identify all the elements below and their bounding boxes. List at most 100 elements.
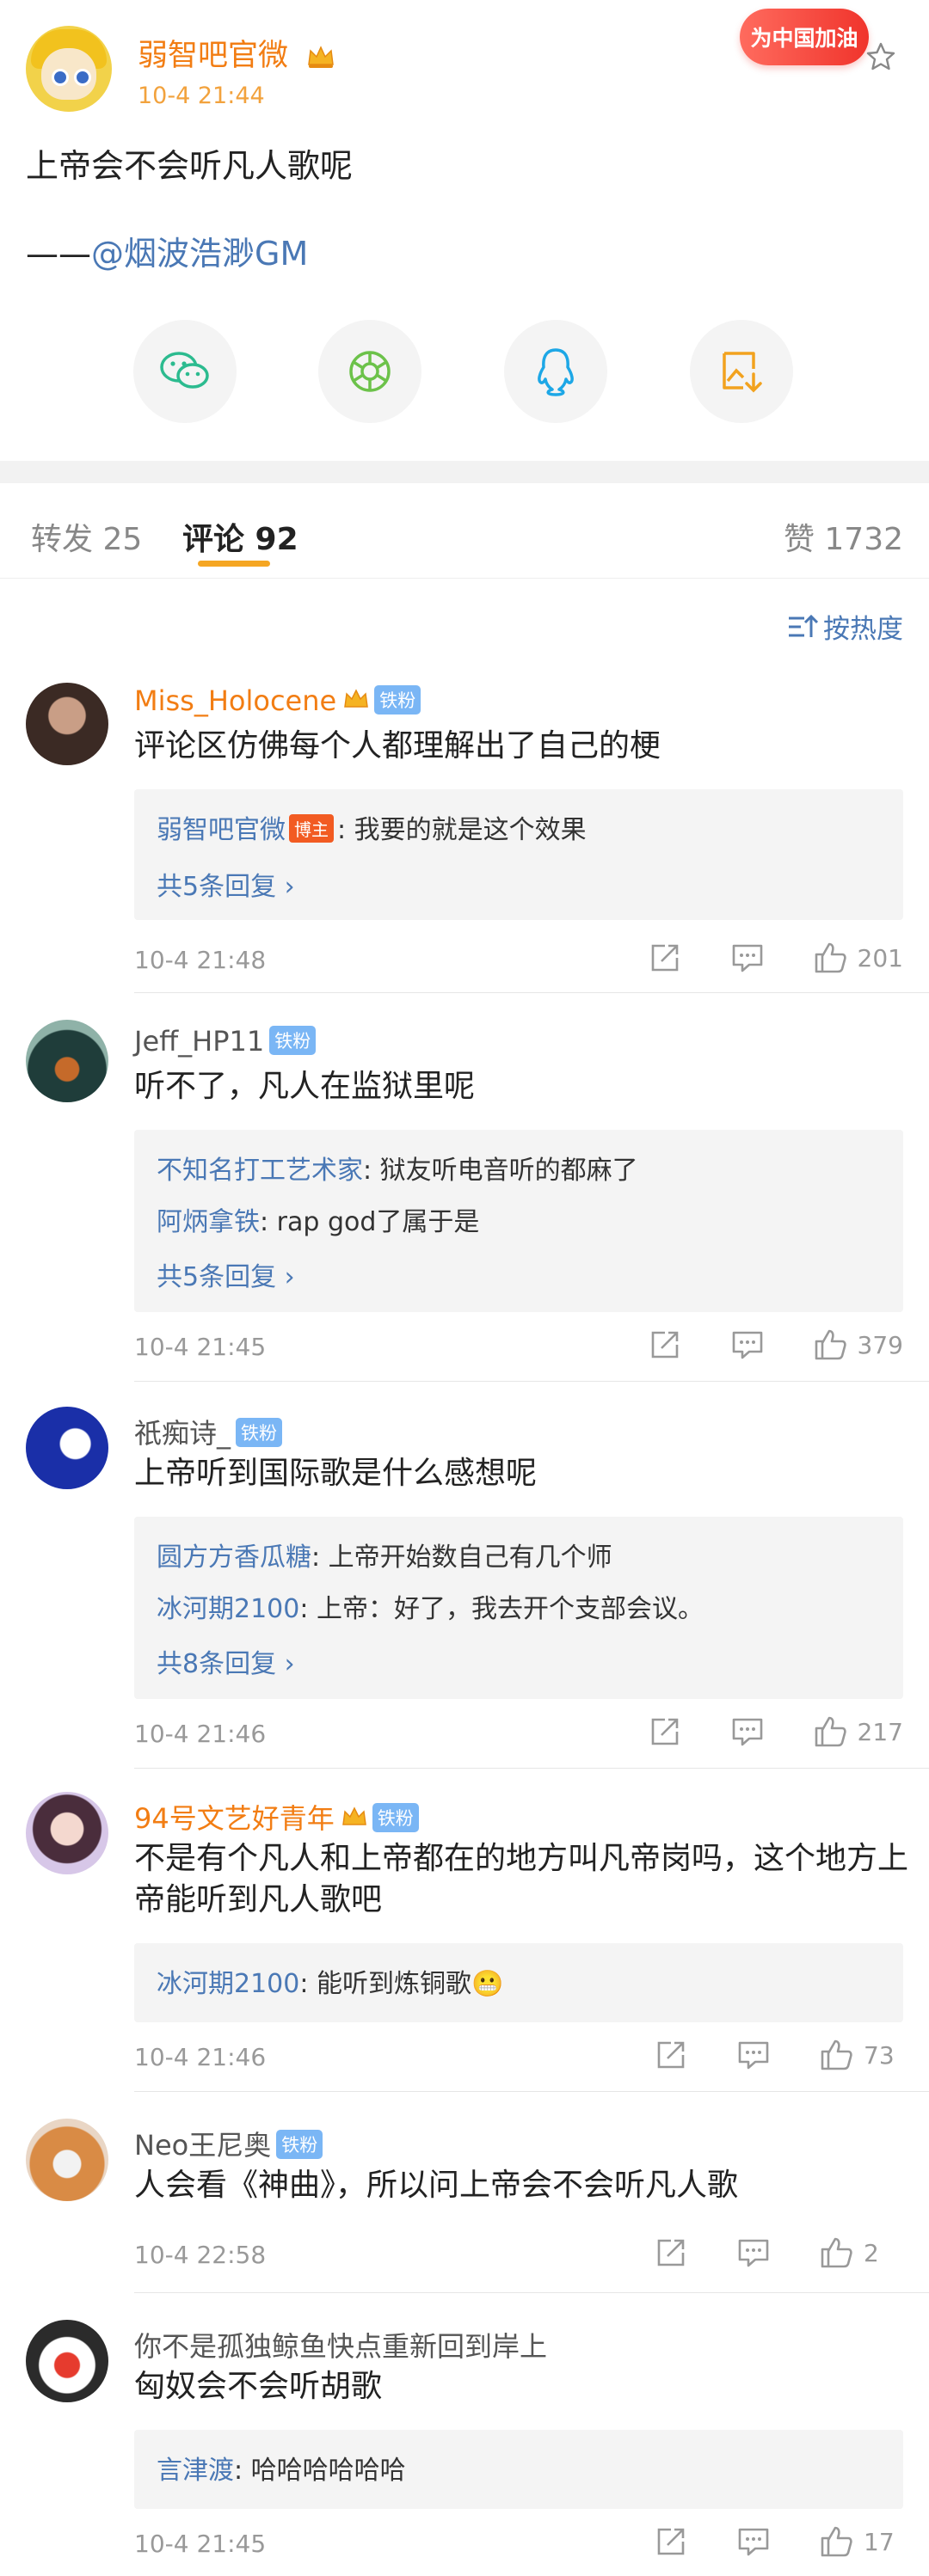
reply-text: : 能听到炼铜歌😬 [299,1969,504,1999]
post-text: 上帝会不会听凡人歌呢 [26,147,354,185]
reply-box[interactable]: 冰河期2100: 能听到炼铜歌😬 [134,1943,903,2022]
reply-author[interactable]: 冰河期2100 [157,1969,299,1999]
like-icon[interactable] [819,2236,853,2270]
qq-icon [538,348,574,396]
reply-line: 不知名打工艺术家: 狱友听电音听的都麻了 [157,1149,638,1187]
comment-actions: 201 [600,941,903,975]
comment-icon[interactable] [730,1714,765,1749]
reply-box[interactable]: 弱智吧官微 博主: 我要的就是这个效果 共5条回复 › [134,789,903,920]
favorite-star-icon[interactable] [865,41,896,72]
commenter-avatar[interactable] [26,683,108,765]
comment-text: 不是有个凡人和上帝都在的地方叫凡帝岗吗，这个地方上帝能听到凡人歌吧 [134,1841,909,1917]
fan-badge: 铁粉 [374,685,421,715]
tab-comments[interactable]: 评论 92 [182,514,298,559]
more-replies-link[interactable]: 共5条回复 › [157,1255,295,1293]
save-image-icon [723,352,762,393]
comment-time: 10-4 21:46 [134,2043,267,2071]
reply-author[interactable]: 冰河期2100 [157,1594,299,1624]
reply-line: 冰河期2100: 上帝：好了，我去开个支部会议。 [157,1587,704,1625]
host-badge: 博主 [289,814,334,843]
comment-actions: 379 [600,1328,903,1362]
reply-text: : 哈哈哈哈哈哈 [234,2456,406,2486]
author-avatar[interactable] [26,26,112,112]
reply-author[interactable]: 阿炳拿铁 [157,1207,260,1237]
commenter-avatar[interactable] [26,1792,108,1874]
like-count: 201 [857,943,903,972]
divider [134,2292,929,2293]
reply-text: : 我要的就是这个效果 [337,815,587,845]
tab-bar: 转发 25 评论 92 赞 1732 [0,483,929,579]
like-icon[interactable] [813,1328,847,1362]
comment-text: 评论区仿佛每个人都理解出了自己的梗 [134,728,661,764]
tab-likes[interactable]: 赞 1732 [784,514,903,559]
reply-author[interactable]: 言津渡 [157,2456,234,2486]
sort-icon [789,614,818,637]
cheer-badge[interactable]: 为中国加油 [740,9,869,65]
like-icon[interactable] [813,1714,847,1749]
author-name[interactable]: 弱智吧官微 [138,31,335,75]
comment-icon[interactable] [736,2038,771,2072]
like-icon[interactable] [813,941,847,975]
commenter-name[interactable]: 94号文艺好青年 铁粉 [134,1797,419,1837]
like-count: 217 [857,1717,903,1746]
post: 弱智吧官微 10-4 21:44 为中国加油 上帝会不会听凡人歌呢 ——@烟波浩… [0,0,929,461]
share-icon[interactable] [648,1328,682,1362]
share-row [0,320,929,423]
divider [134,2091,929,2092]
fan-badge: 铁粉 [236,1418,283,1447]
share-wechat-button[interactable] [133,320,237,423]
more-replies-link[interactable]: 共5条回复 › [157,865,295,903]
commenter-name[interactable]: Neo王尼奥 铁粉 [134,2124,323,2163]
reply-text: : 上帝开始数自己有几个师 [311,1543,612,1573]
share-moments-button[interactable] [318,320,421,423]
share-icon[interactable] [648,941,682,975]
like-count: 2 [864,2238,879,2267]
share-qq-button[interactable] [504,320,607,423]
comment-time: 10-4 21:45 [134,2530,267,2558]
moments-icon [349,351,391,392]
like-count: 17 [864,2527,895,2556]
commenter-avatar[interactable] [26,2119,108,2201]
share-icon[interactable] [654,2038,688,2072]
reply-author[interactable]: 弱智吧官微 [157,815,286,845]
commenter-name[interactable]: Jeff_HP11 铁粉 [134,1025,317,1058]
reply-box[interactable]: 不知名打工艺术家: 狱友听电音听的都麻了 阿炳拿铁: rap god了属于是 共… [134,1130,903,1312]
comment-actions: 217 [600,1714,903,1749]
commenter-avatar[interactable] [26,1407,108,1489]
like-icon[interactable] [819,2524,853,2559]
commenter-name[interactable]: 你不是孤独鲸鱼快点重新回到岸上 [134,2325,547,2364]
mention-link[interactable]: @烟波浩渺GM [91,235,308,273]
section-gap [0,461,929,483]
comment-icon[interactable] [730,1328,765,1362]
commenter-avatar[interactable] [26,2320,108,2402]
post-byline: ——@烟波浩渺GM [26,235,309,273]
comment-text: 人会看《神曲》，所以问上帝会不会听凡人歌 [134,2168,739,2203]
comment-time: 10-4 22:58 [134,2241,267,2269]
reply-author[interactable]: 不知名打工艺术家 [157,1156,363,1186]
comment-actions: 2 [606,2236,903,2270]
reply-box[interactable]: 圆方方香瓜糖: 上帝开始数自己有几个师 冰河期2100: 上帝：好了，我去开个支… [134,1517,903,1699]
save-image-button[interactable] [690,320,793,423]
divider [134,1768,929,1769]
sort-button[interactable]: 按热度 [787,607,903,646]
reply-line: 冰河期2100: 能听到炼铜歌😬 [157,1962,503,2000]
comment-time: 10-4 21:48 [134,946,267,974]
comment-time: 10-4 21:45 [134,1333,267,1361]
commenter-avatar[interactable] [26,1020,108,1102]
reply-text: : 狱友听电音听的都麻了 [363,1156,638,1186]
more-replies-link[interactable]: 共8条回复 › [157,1642,295,1680]
reply-box[interactable]: 言津渡: 哈哈哈哈哈哈 [134,2430,903,2509]
commenter-name[interactable]: 祇痴诗_ 铁粉 [134,1412,283,1451]
share-icon[interactable] [654,2524,688,2559]
comment-icon[interactable] [736,2236,771,2270]
share-icon[interactable] [654,2236,688,2270]
tab-repost[interactable]: 转发 25 [31,514,142,559]
share-icon[interactable] [648,1714,682,1749]
like-icon[interactable] [819,2038,853,2072]
reply-author[interactable]: 圆方方香瓜糖 [157,1543,311,1573]
comment-icon[interactable] [736,2524,771,2559]
wechat-icon [160,352,209,389]
commenter-name[interactable]: Miss_Holocene 铁粉 [134,684,421,717]
comment-icon[interactable] [730,941,765,975]
vip-crown-icon [308,46,335,68]
